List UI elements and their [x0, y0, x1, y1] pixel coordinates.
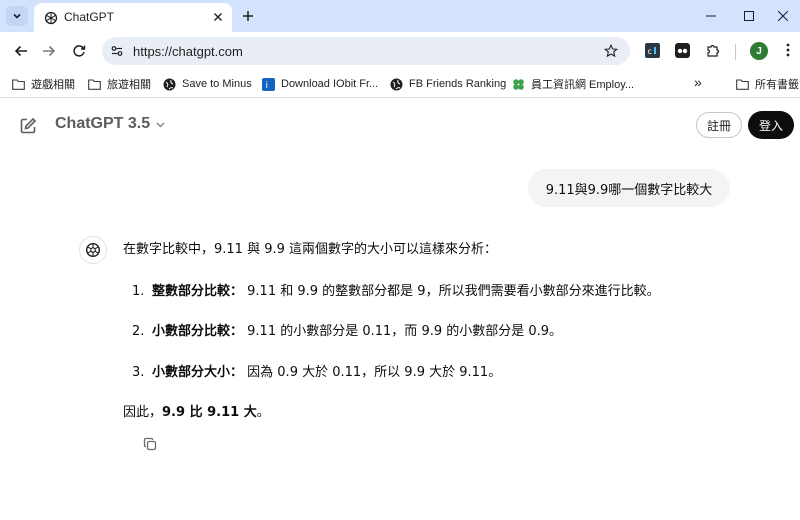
- list-number: 1.: [132, 284, 145, 299]
- close-tab-icon[interactable]: [210, 9, 226, 25]
- back-button[interactable]: [10, 40, 32, 62]
- bookmark-employee-info[interactable]: 員工資訊網 Employ...: [512, 75, 634, 93]
- bookmark-label: 遊戲相關: [31, 79, 75, 91]
- conclusion-prefix: 因此，: [123, 405, 163, 420]
- list-item-title: 整數部分比較：: [152, 284, 244, 299]
- plus-icon: [243, 11, 253, 21]
- assistant-avatar: [79, 236, 107, 264]
- bookmark-folder-travel[interactable]: 旅遊相關: [88, 75, 151, 93]
- model-selector[interactable]: ChatGPT 3.5: [55, 115, 166, 133]
- url-text: https://chatgpt.com: [133, 44, 243, 59]
- chevron-down-icon: [156, 121, 165, 128]
- new-chat-button[interactable]: [17, 115, 39, 137]
- bookmark-fb-friends-ranking[interactable]: FB Friends Ranking: [390, 75, 506, 93]
- openai-logo-icon: [44, 11, 58, 25]
- assistant-message: 在數字比較中，9.11 與 9.9 這兩個數字的大小可以這樣來分析： 1. 整數部…: [123, 240, 743, 420]
- model-name: ChatGPT 3.5: [55, 115, 151, 132]
- bookmark-label: 所有書籤: [755, 79, 799, 91]
- answer-conclusion: 因此，9.9 比 9.11 大。: [123, 403, 270, 423]
- folder-icon: [12, 78, 25, 91]
- extension-ct-icon[interactable]: c: [644, 42, 660, 58]
- maximize-icon: [744, 11, 754, 21]
- globe-icon: [163, 78, 176, 91]
- list-item-text: 9.11 和 9.9 的整數部分都是 9，所以我們需要看小數部分來進行比較。: [247, 284, 660, 299]
- list-item-text: 9.11 的小數部分是 0.11，而 9.9 的小數部分是 0.9。: [247, 324, 563, 339]
- close-window-button[interactable]: [766, 0, 800, 32]
- minimize-icon: [706, 15, 716, 17]
- tab-search-button[interactable]: [6, 6, 28, 26]
- arrow-right-icon: [43, 45, 56, 57]
- folder-icon: [736, 78, 749, 91]
- bookmark-download-iobit[interactable]: i Download IObit Fr...: [262, 75, 378, 93]
- user-message: 9.11與9.9哪一個數字比較大: [528, 169, 730, 207]
- bookmark-label: FB Friends Ranking: [409, 78, 507, 90]
- address-bar[interactable]: https://chatgpt.com: [102, 37, 630, 65]
- tab-strip: ChatGPT: [0, 0, 800, 32]
- bookmark-label: Save to Minus: [182, 78, 252, 90]
- maximize-button[interactable]: [732, 0, 766, 32]
- profile-avatar[interactable]: J: [750, 42, 768, 60]
- tab-title: ChatGPT: [64, 10, 115, 24]
- signup-button[interactable]: 註冊: [696, 112, 742, 138]
- iobit-icon: i: [262, 77, 275, 91]
- copy-icon: [143, 437, 157, 451]
- tab-chatgpt[interactable]: ChatGPT: [34, 3, 232, 32]
- list-item-title: 小數部分比較：: [152, 324, 244, 339]
- toolbar-separator: [735, 44, 736, 60]
- svg-text:i: i: [266, 81, 269, 91]
- conclusion-bold: 9.9 比 9.11 大: [162, 405, 257, 420]
- browser-toolbar: https://chatgpt.com c J: [0, 32, 800, 70]
- svg-text:c: c: [647, 47, 651, 56]
- site-info-icon[interactable]: [108, 42, 126, 60]
- bookmark-star-icon[interactable]: [602, 42, 620, 60]
- list-item-title: 小數部分大小：: [152, 365, 244, 380]
- bookmark-save-to-minus[interactable]: Save to Minus: [163, 75, 252, 93]
- list-item-text: 因為 0.9 大於 0.11，所以 9.9 大於 9.11。: [247, 365, 502, 380]
- close-icon: [778, 11, 788, 21]
- app-header: ChatGPT 3.5 註冊 登入: [0, 99, 800, 151]
- list-item: 2. 小數部分比較： 9.11 的小數部分是 0.11，而 9.9 的小數部分是 …: [132, 322, 562, 342]
- extension-meet-icon[interactable]: [674, 42, 690, 58]
- bookmarks-bar: 遊戲相關 旅遊相關 Save to Minus i Download IObit…: [0, 70, 800, 98]
- list-item: 1. 整數部分比較： 9.11 和 9.9 的整數部分都是 9，所以我們需要看小數…: [132, 282, 660, 302]
- clover-icon: [512, 78, 525, 91]
- extensions-puzzle-icon[interactable]: [704, 42, 720, 58]
- bookmark-folder-all[interactable]: 所有書籤: [736, 75, 799, 93]
- openai-logo-icon: [85, 242, 101, 258]
- folder-icon: [88, 78, 101, 91]
- more-menu-icon[interactable]: [780, 42, 796, 58]
- list-number: 2.: [132, 324, 145, 339]
- bookmark-label: 員工資訊網 Employ...: [531, 79, 635, 91]
- reload-button[interactable]: [68, 40, 90, 62]
- forward-button[interactable]: [38, 40, 60, 62]
- list-item: 3. 小數部分大小： 因為 0.9 大於 0.11，所以 9.9 大於 9.11。: [132, 363, 501, 383]
- login-button[interactable]: 登入: [748, 111, 794, 139]
- globe-icon: [390, 78, 403, 91]
- bookmark-folder-games[interactable]: 遊戲相關: [12, 75, 75, 93]
- edit-icon: [20, 117, 37, 134]
- bookmark-label: 旅遊相關: [107, 79, 151, 91]
- chevron-down-icon: [13, 13, 21, 19]
- answer-intro: 在數字比較中，9.11 與 9.9 這兩個數字的大小可以這樣來分析：: [123, 242, 498, 257]
- bookmark-label: Download IObit Fr...: [281, 78, 379, 90]
- new-tab-button[interactable]: [238, 6, 258, 26]
- arrow-left-icon: [14, 45, 27, 57]
- reload-icon: [73, 45, 86, 57]
- minimize-button[interactable]: [694, 0, 728, 32]
- bookmarks-overflow-button[interactable]: »: [694, 73, 702, 91]
- list-number: 3.: [132, 365, 145, 380]
- conclusion-suffix: 。: [256, 405, 270, 420]
- copy-button[interactable]: [142, 436, 158, 452]
